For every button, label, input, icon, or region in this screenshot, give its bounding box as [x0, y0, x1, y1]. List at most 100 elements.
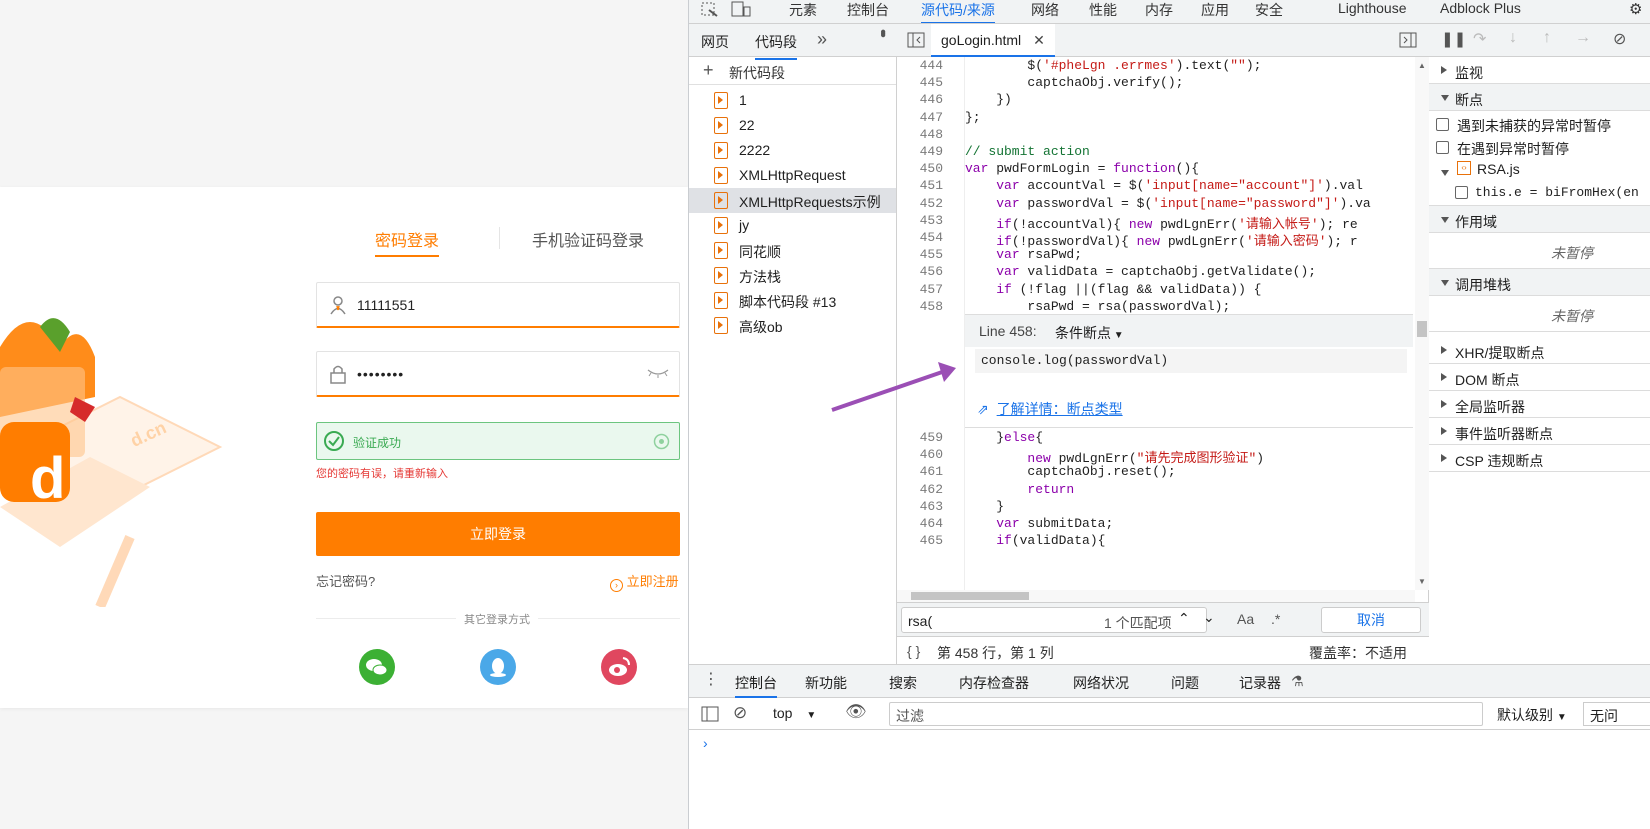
- line-number[interactable]: 455: [897, 247, 943, 262]
- tab-console[interactable]: 控制台: [847, 0, 889, 20]
- pause-icon[interactable]: ❚❚: [1441, 30, 1466, 48]
- weibo-login-button[interactable]: [601, 649, 637, 685]
- toggle-debugger-icon[interactable]: [1399, 32, 1417, 48]
- section-event[interactable]: 事件监听器断点: [1429, 418, 1650, 445]
- step-icon[interactable]: →: [1575, 29, 1591, 47]
- h-scroll-thumb[interactable]: [911, 592, 1029, 600]
- line-number[interactable]: 449: [897, 144, 943, 159]
- line-number[interactable]: 463: [897, 499, 943, 514]
- tab-elements[interactable]: 元素: [789, 0, 817, 20]
- regex-button[interactable]: .*: [1271, 611, 1280, 627]
- console-prompt-icon[interactable]: ›: [703, 735, 708, 751]
- register-link[interactable]: › 立即注册: [610, 571, 679, 592]
- tab-memory[interactable]: 内存: [1145, 0, 1173, 20]
- search-cancel-button[interactable]: 取消: [1321, 607, 1421, 633]
- step-out-icon[interactable]: ↑: [1543, 29, 1551, 47]
- rsa-breakpoint-checkbox[interactable]: [1455, 186, 1468, 199]
- wechat-login-button[interactable]: [359, 649, 395, 685]
- drawer-tab-console[interactable]: 控制台: [735, 673, 777, 698]
- forgot-password-link[interactable]: 忘记密码?: [316, 571, 375, 590]
- pause-uncaught-checkbox[interactable]: [1436, 118, 1449, 131]
- more-tabs-icon[interactable]: »: [817, 29, 827, 50]
- line-number[interactable]: 453: [897, 213, 943, 228]
- learn-more-link[interactable]: ⇗ 了解详情：断点类型: [977, 399, 1123, 419]
- snippet-item[interactable]: jy: [689, 213, 896, 238]
- section-xhr[interactable]: XHR/提取断点: [1429, 337, 1650, 364]
- tab-sms-login[interactable]: 手机验证码登录: [532, 227, 644, 251]
- step-into-icon[interactable]: ↓: [1509, 29, 1517, 47]
- drawer-tab-search[interactable]: 搜索: [889, 673, 917, 693]
- eye-closed-icon[interactable]: [647, 368, 669, 378]
- pretty-print-button[interactable]: { }: [907, 643, 920, 659]
- line-number[interactable]: 457: [897, 282, 943, 297]
- device-toggle-icon[interactable]: [731, 1, 751, 17]
- snippet-item[interactable]: 脚本代码段 #13: [689, 288, 896, 313]
- line-number[interactable]: 460: [897, 447, 943, 462]
- editor-file-tab[interactable]: goLogin.html ✕: [931, 24, 1055, 57]
- deactivate-breakpoints-icon[interactable]: ⊘: [1613, 29, 1626, 49]
- snippet-item[interactable]: 2222: [689, 138, 896, 163]
- drawer-tab-recorder[interactable]: 记录器: [1239, 673, 1281, 693]
- snippet-item[interactable]: 22: [689, 113, 896, 138]
- search-next-icon[interactable]: ⌄: [1203, 609, 1215, 626]
- search-input[interactable]: rsa( 1 个匹配项: [901, 607, 1207, 633]
- match-case-button[interactable]: Aa: [1237, 611, 1254, 627]
- close-tab-icon[interactable]: ✕: [1033, 32, 1045, 48]
- scroll-thumb[interactable]: [1417, 321, 1427, 337]
- tab-sources[interactable]: 源代码/来源: [921, 0, 995, 23]
- account-field[interactable]: 11111551: [316, 282, 680, 328]
- drawer-tab-network-conditions[interactable]: 网络状况: [1073, 673, 1129, 693]
- tab-page[interactable]: 网页: [701, 32, 729, 52]
- condition-input[interactable]: console.log(passwordVal): [975, 349, 1407, 373]
- pause-caught-checkbox[interactable]: [1436, 141, 1449, 154]
- refresh-icon[interactable]: [653, 433, 670, 450]
- line-number[interactable]: 461: [897, 464, 943, 479]
- toggle-navigator-icon[interactable]: [907, 32, 925, 48]
- line-number[interactable]: 465: [897, 533, 943, 548]
- section-csp[interactable]: CSP 违规断点: [1429, 445, 1650, 472]
- context-select[interactable]: top ▼: [773, 705, 816, 721]
- clear-console-icon[interactable]: ⊘: [733, 703, 747, 723]
- line-number[interactable]: 454: [897, 230, 943, 245]
- breakpoint-type-select[interactable]: 条件断点 ▼: [1055, 323, 1124, 343]
- line-number[interactable]: 445: [897, 75, 943, 90]
- search-prev-icon[interactable]: ⌃: [1178, 610, 1190, 627]
- line-number[interactable]: 448: [897, 127, 943, 142]
- collapse-arrow-icon[interactable]: [1441, 170, 1449, 176]
- sidebar-toggle-icon[interactable]: [701, 706, 719, 722]
- inspect-icon[interactable]: [701, 2, 719, 18]
- line-number[interactable]: 452: [897, 196, 943, 211]
- section-watch[interactable]: 监视: [1429, 57, 1650, 84]
- snippet-item[interactable]: 1: [689, 88, 896, 113]
- drawer-menu-icon[interactable]: ⋮: [703, 669, 719, 689]
- section-scope[interactable]: 作用域: [1429, 206, 1650, 233]
- kebab-menu-icon[interactable]: •••: [873, 29, 891, 34]
- line-number[interactable]: 458: [897, 299, 943, 314]
- scroll-down-icon[interactable]: ▼: [1418, 577, 1426, 586]
- log-level-select[interactable]: 默认级别 ▼: [1497, 705, 1567, 725]
- line-number[interactable]: 450: [897, 161, 943, 176]
- section-breakpoints[interactable]: 断点: [1429, 84, 1650, 111]
- snippet-item[interactable]: XMLHttpRequest: [689, 163, 896, 188]
- section-global[interactable]: 全局监听器: [1429, 391, 1650, 418]
- drawer-tab-issues[interactable]: 问题: [1171, 673, 1199, 693]
- scroll-up-icon[interactable]: ▲: [1418, 61, 1426, 70]
- login-button[interactable]: 立即登录: [316, 512, 680, 556]
- snippet-item[interactable]: 同花顺: [689, 238, 896, 263]
- section-dom[interactable]: DOM 断点: [1429, 364, 1650, 391]
- tab-lighthouse[interactable]: Lighthouse: [1338, 0, 1407, 16]
- settings-gear-icon[interactable]: ⚙: [1629, 0, 1642, 18]
- section-call-stack[interactable]: 调用堆栈: [1429, 269, 1650, 296]
- snippet-item[interactable]: 方法栈: [689, 263, 896, 288]
- tab-snippets[interactable]: 代码段: [755, 32, 797, 60]
- tab-security[interactable]: 安全: [1255, 0, 1283, 20]
- tab-network[interactable]: 网络: [1031, 0, 1059, 20]
- drawer-tab-whatsnew[interactable]: 新功能: [805, 673, 847, 693]
- line-number[interactable]: 456: [897, 264, 943, 279]
- line-number[interactable]: 451: [897, 178, 943, 193]
- eye-icon[interactable]: 👁: [845, 702, 867, 722]
- line-number[interactable]: 446: [897, 92, 943, 107]
- vertical-scrollbar[interactable]: ▲ ▼: [1415, 57, 1429, 590]
- snippet-item[interactable]: XMLHttpRequests示例: [689, 188, 896, 213]
- captcha-verify[interactable]: 验证成功: [316, 422, 680, 460]
